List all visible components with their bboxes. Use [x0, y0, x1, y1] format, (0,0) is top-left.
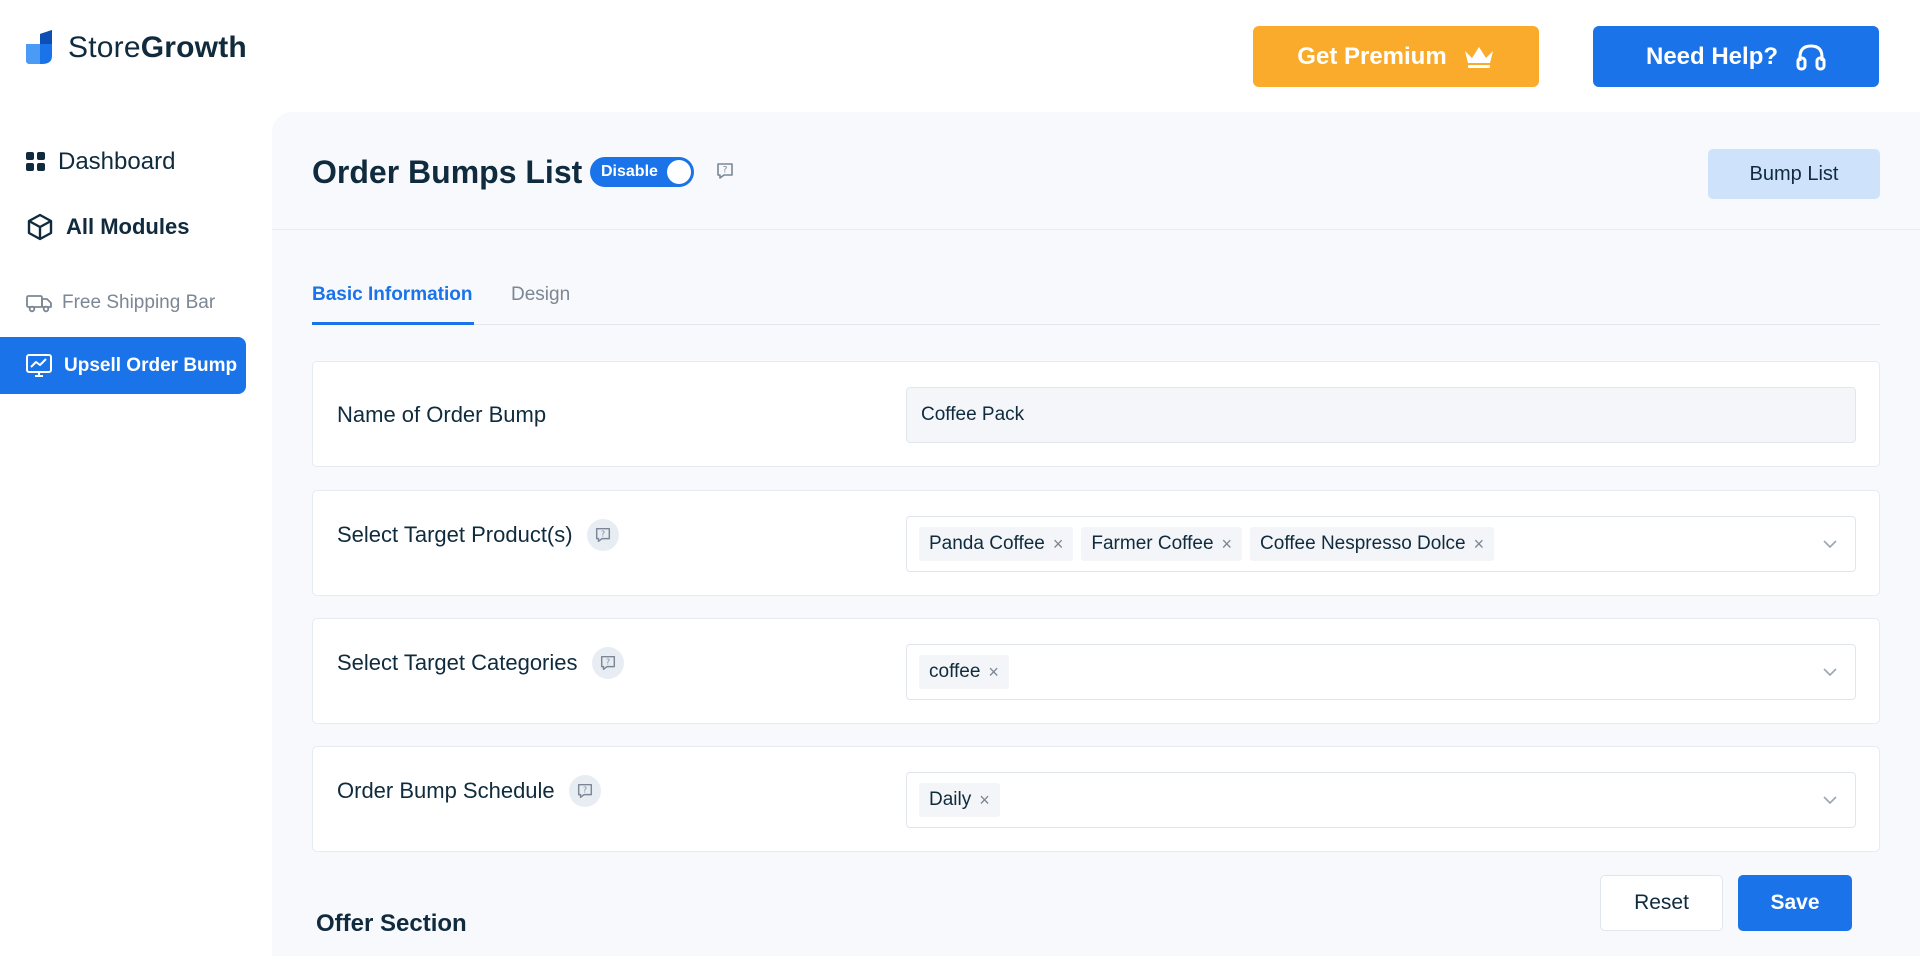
toggle-label: Disable: [601, 163, 658, 180]
order-bump-name-label: Name of Order Bump: [337, 402, 546, 428]
help-icon[interactable]: ?: [591, 647, 624, 679]
sidebar-item-upsell-order-bump[interactable]: Upsell Order Bump: [0, 337, 246, 394]
headphones-icon: [1796, 43, 1826, 70]
tab-bar: Basic Information Design: [312, 270, 1880, 325]
sidebar-item-label: Free Shipping Bar: [62, 292, 216, 313]
remove-chip-icon[interactable]: ×: [988, 662, 999, 683]
bump-schedule-label: Order Bump Schedule ?: [337, 775, 601, 807]
cube-icon: [27, 213, 53, 241]
target-categories-row: Select Target Categories ? coffee ×: [312, 618, 1880, 724]
category-chip: coffee ×: [919, 655, 1009, 689]
help-bubble-icon: ?: [600, 655, 615, 671]
bump-schedule-row: Order Bump Schedule ? Daily ×: [312, 746, 1880, 852]
enable-toggle[interactable]: Disable: [590, 157, 694, 187]
help-bubble-icon: ?: [595, 527, 610, 543]
help-bubble-icon: ?: [577, 783, 592, 799]
target-categories-label: Select Target Categories ?: [337, 647, 624, 679]
chip-label: Farmer Coffee: [1091, 533, 1214, 554]
chip-label: Panda Coffee: [929, 533, 1045, 554]
tab-basic-information[interactable]: Basic Information: [312, 284, 475, 325]
chip-label: coffee: [929, 661, 981, 682]
product-chip: Coffee Nespresso Dolce ×: [1250, 527, 1495, 561]
remove-chip-icon[interactable]: ×: [1053, 534, 1064, 555]
chip-label: Daily: [929, 789, 972, 810]
crown-icon: [1464, 46, 1493, 68]
remove-chip-icon[interactable]: ×: [979, 790, 990, 811]
target-products-label: Select Target Product(s) ?: [337, 519, 619, 551]
need-help-label: Need Help?: [1645, 42, 1779, 70]
sidebar-item-label: All Modules: [66, 214, 190, 239]
schedule-chip: Daily ×: [919, 783, 1000, 817]
sidebar-item-dashboard[interactable]: Dashboard: [26, 148, 175, 176]
truck-icon: [26, 295, 52, 313]
grid-icon: [26, 152, 45, 171]
chevron-down-icon[interactable]: [1821, 535, 1839, 553]
tab-design[interactable]: Design: [511, 284, 570, 325]
chevron-down-icon[interactable]: [1821, 663, 1839, 681]
order-bump-name-input[interactable]: Coffee Pack: [906, 387, 1856, 443]
bump-schedule-select[interactable]: Daily ×: [906, 772, 1856, 828]
brand-name-part2: Growth: [140, 31, 247, 64]
get-premium-button[interactable]: Get Premium: [1253, 26, 1539, 87]
target-products-row: Select Target Product(s) ? Panda Coffee …: [312, 490, 1880, 596]
field-label: Select Target Product(s): [337, 522, 573, 547]
sidebar: Dashboard All Modules Free Shipping Bar …: [0, 112, 272, 956]
sidebar-item-free-shipping-bar[interactable]: Free Shipping Bar: [26, 292, 215, 314]
page-title: Order Bumps List: [312, 154, 583, 190]
sidebar-item-all-modules[interactable]: All Modules: [26, 213, 189, 241]
help-icon[interactable]: ?: [715, 161, 735, 181]
brand-name-part1: Store: [68, 31, 141, 64]
field-label: Name of Order Bump: [337, 402, 547, 427]
svg-text:?: ?: [600, 528, 604, 538]
chip-label: Coffee Nespresso Dolce: [1260, 533, 1466, 554]
order-bump-name-row: Name of Order Bump Coffee Pack: [312, 361, 1880, 467]
svg-text:?: ?: [583, 784, 587, 794]
svg-text:?: ?: [605, 656, 609, 666]
chevron-down-icon[interactable]: [1821, 791, 1839, 809]
svg-text:?: ?: [723, 166, 728, 176]
offer-section-title: Offer Section: [316, 910, 467, 937]
remove-chip-icon[interactable]: ×: [1222, 534, 1233, 555]
main-content: Order Bumps List Disable ? Bump List Bas…: [272, 112, 1920, 956]
need-help-button[interactable]: Need Help?: [1593, 26, 1879, 87]
toggle-knob: [667, 160, 691, 184]
field-label: Select Target Categories: [337, 650, 578, 675]
target-products-select[interactable]: Panda Coffee × Farmer Coffee × Coffee Ne…: [906, 516, 1856, 572]
bump-list-button[interactable]: Bump List: [1708, 149, 1880, 199]
product-chip: Panda Coffee ×: [919, 527, 1074, 561]
page-header: Order Bumps List Disable ? Bump List: [272, 112, 1920, 230]
sidebar-item-label: Upsell Order Bump: [64, 354, 238, 376]
top-header: StoreGrowth Get Premium Need Help?: [0, 0, 1920, 112]
get-premium-label: Get Premium: [1297, 42, 1447, 70]
remove-chip-icon[interactable]: ×: [1474, 534, 1485, 555]
brand-logo[interactable]: StoreGrowth: [26, 30, 247, 66]
reset-button[interactable]: Reset: [1600, 875, 1723, 931]
help-icon[interactable]: ?: [568, 775, 601, 807]
save-button[interactable]: Save: [1738, 875, 1852, 931]
storegrowth-logo-icon: [26, 30, 52, 64]
help-icon[interactable]: ?: [586, 519, 619, 551]
field-label: Order Bump Schedule: [337, 778, 555, 803]
product-chip: Farmer Coffee ×: [1081, 527, 1243, 561]
target-categories-select[interactable]: coffee ×: [906, 644, 1856, 700]
chart-monitor-icon: [26, 353, 52, 377]
sidebar-item-label: Dashboard: [58, 148, 176, 175]
